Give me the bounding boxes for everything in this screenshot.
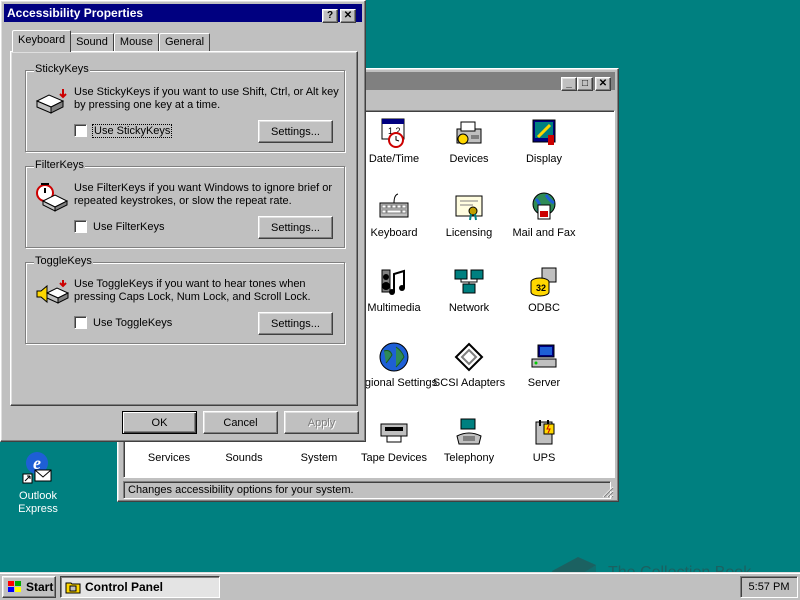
cp-item-label: Multimedia xyxy=(367,302,421,314)
accessibility-properties-dialog: Accessibility Properties ? ✕ Keyboard So… xyxy=(0,0,366,442)
cp-item-odbc[interactable]: 32 ODBC xyxy=(499,266,589,315)
ok-button[interactable]: OK xyxy=(122,411,197,434)
cp-item-label: Sounds xyxy=(225,452,263,464)
cp-item-label: UPS xyxy=(532,452,556,464)
filterkeys-settings-button[interactable]: Settings... xyxy=(258,216,333,239)
tab-panel-keyboard: StickyKeys Use StickyKeys if you want to… xyxy=(10,51,358,406)
start-label: Start xyxy=(26,580,54,594)
cp-item-label: System xyxy=(300,452,338,464)
checkbox-label: Use FilterKeys xyxy=(93,220,165,233)
cp-item-label: SCSI Adapters xyxy=(432,377,506,389)
togglekeys-description: Use ToggleKeys if you want to hear tones… xyxy=(74,278,311,303)
windows-logo-icon xyxy=(8,581,21,592)
control-panel-status-bar: Changes accessibility options for your s… xyxy=(123,481,611,499)
help-button[interactable]: ? xyxy=(322,9,338,23)
desktop-icon-label: Outlook Express xyxy=(18,490,58,515)
tab-keyboard[interactable]: Keyboard xyxy=(12,30,72,52)
tab-sound[interactable]: Sound xyxy=(70,33,114,52)
filterkeys-icon xyxy=(35,183,69,213)
tape-icon xyxy=(378,416,410,448)
licensing-icon xyxy=(453,191,485,223)
calendar-clock-icon: 1 2 xyxy=(378,117,410,149)
dialog-close-button[interactable]: ✕ xyxy=(340,9,356,23)
togglekeys-settings-button[interactable]: Settings... xyxy=(258,312,333,335)
clock[interactable]: 5:57 PM xyxy=(749,581,790,593)
stickykeys-settings-button[interactable]: Settings... xyxy=(258,120,333,143)
cp-item-label: ODBC xyxy=(528,302,560,314)
globe-icon xyxy=(378,341,410,373)
apply-button[interactable]: Apply xyxy=(284,411,359,434)
ups-icon xyxy=(528,416,560,448)
checkbox-box[interactable] xyxy=(74,220,87,233)
resize-grip[interactable] xyxy=(602,486,614,498)
system-tray: 5:57 PM xyxy=(740,576,798,598)
tab-mouse[interactable]: Mouse xyxy=(113,33,159,52)
taskbar-button-control-panel[interactable]: Control Panel xyxy=(60,576,220,598)
keyboard-icon xyxy=(378,191,410,223)
start-button[interactable]: Start xyxy=(2,576,56,598)
filterkeys-description: Use FilterKeys if you want Windows to ig… xyxy=(74,182,332,207)
desktop-icon-outlook-express[interactable]: e Outlook Express xyxy=(14,450,62,516)
cp-item-label: Mail and Fax xyxy=(512,227,576,239)
status-text: Changes accessibility options for your s… xyxy=(128,484,354,496)
cp-item-label: Tape Devices xyxy=(360,452,428,464)
cp-item-label: Devices xyxy=(449,153,489,165)
devices-icon xyxy=(453,117,485,149)
cp-item-label: Telephony xyxy=(443,452,495,464)
checkbox-label: Use StickyKeys xyxy=(91,123,173,138)
checkbox-box[interactable] xyxy=(74,316,87,329)
cp-item-ups[interactable]: UPS xyxy=(499,416,589,465)
odbc-icon: 32 xyxy=(528,266,560,298)
dialog-tabs: Keyboard Sound Mouse General xyxy=(12,30,211,52)
taskbar: Start Control Panel 5:57 PM xyxy=(0,572,800,600)
cp-item-label: Services xyxy=(147,452,191,464)
group-label: StickyKeys xyxy=(34,63,90,75)
cp-item-label: Network xyxy=(448,302,490,314)
telephone-icon xyxy=(453,416,485,448)
maximize-button[interactable]: □ xyxy=(577,77,593,91)
minimize-button[interactable]: _ xyxy=(561,77,577,91)
togglekeys-group: ToggleKeys Use ToggleKeys if you want to… xyxy=(25,255,345,344)
tab-general[interactable]: General xyxy=(158,33,211,52)
filterkeys-group: FilterKeys Use FilterKeys if you want Wi… xyxy=(25,159,345,248)
cp-item-label: Display xyxy=(525,153,563,165)
group-label: ToggleKeys xyxy=(34,255,93,267)
stickykeys-group: StickyKeys Use StickyKeys if you want to… xyxy=(25,63,345,152)
network-icon xyxy=(453,266,485,298)
taskbar-button-label: Control Panel xyxy=(85,580,164,594)
togglekeys-icon xyxy=(35,279,70,309)
cp-item-label: Date/Time xyxy=(368,153,420,165)
stickykeys-icon xyxy=(35,87,69,117)
stickykeys-description: Use StickyKeys if you want to use Shift,… xyxy=(74,86,339,111)
checkbox-box[interactable] xyxy=(74,124,87,137)
use-filterkeys-checkbox[interactable]: Use FilterKeys xyxy=(74,220,165,233)
scsi-icon xyxy=(453,341,485,373)
group-label: FilterKeys xyxy=(34,159,85,171)
outlook-express-icon: e xyxy=(22,452,52,484)
mail-fax-icon xyxy=(528,191,560,223)
display-icon xyxy=(528,117,560,149)
use-togglekeys-checkbox[interactable]: Use ToggleKeys xyxy=(74,316,172,329)
cp-item-mail-and-fax[interactable]: Mail and Fax xyxy=(499,191,589,240)
checkbox-label: Use ToggleKeys xyxy=(93,316,173,329)
dialog-title: Accessibility Properties xyxy=(7,6,144,20)
cp-item-display[interactable]: Display xyxy=(499,117,589,166)
cp-item-label: Server xyxy=(527,377,561,389)
close-button[interactable]: ✕ xyxy=(595,77,611,91)
use-stickykeys-checkbox[interactable]: Use StickyKeys xyxy=(74,123,173,138)
server-icon xyxy=(528,341,560,373)
svg-text:32: 32 xyxy=(536,283,546,293)
cp-item-server[interactable]: Server xyxy=(499,341,589,390)
cancel-button[interactable]: Cancel xyxy=(203,411,278,434)
cp-item-label: Keyboard xyxy=(370,227,418,239)
multimedia-icon xyxy=(378,266,410,298)
control-panel-icon xyxy=(65,582,81,594)
cp-item-label: Licensing xyxy=(445,227,493,239)
dialog-titlebar[interactable]: Accessibility Properties ? ✕ xyxy=(4,4,362,23)
